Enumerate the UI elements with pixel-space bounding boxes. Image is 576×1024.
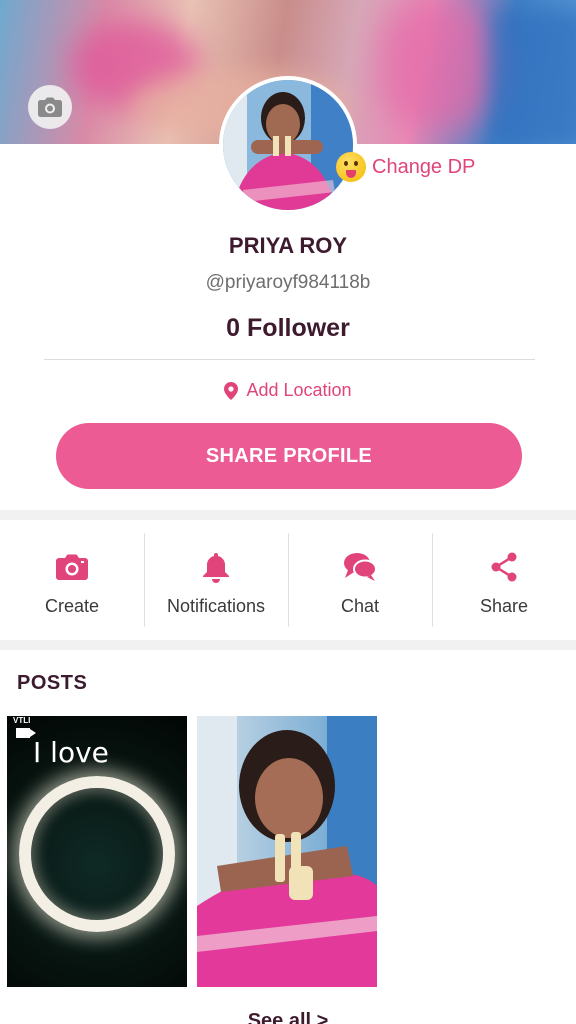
- posts-heading: POSTS: [17, 672, 88, 694]
- post-image: [197, 716, 377, 987]
- bell-icon: [203, 552, 229, 583]
- post-overlay-text: I love: [33, 736, 109, 769]
- action-label: Create: [44, 595, 100, 616]
- camera-icon: [38, 97, 62, 117]
- change-cover-button[interactable]: [28, 85, 72, 129]
- action-row: Create Notifications Chat Share: [0, 527, 576, 639]
- profile-name: PRIYA ROY: [228, 233, 348, 258]
- action-label: Share: [479, 595, 529, 616]
- chat-icon: [344, 552, 377, 581]
- share-icon: [491, 552, 517, 581]
- chat-button[interactable]: Chat: [288, 527, 432, 639]
- create-button[interactable]: Create: [0, 527, 144, 639]
- location-pin-icon: [224, 381, 239, 400]
- change-dp-label: Change DP: [372, 155, 476, 178]
- see-all-link[interactable]: See all >: [0, 1010, 576, 1024]
- add-location-button[interactable]: Add Location: [0, 380, 576, 401]
- notifications-button[interactable]: Notifications: [144, 527, 288, 639]
- section-gap: [0, 510, 576, 520]
- action-label: Chat: [340, 595, 380, 616]
- change-dp-button[interactable]: Change DP: [336, 152, 475, 182]
- profile-avatar[interactable]: [219, 76, 357, 214]
- video-camera-icon: [16, 728, 36, 738]
- profile-handle: @priyaroyf984118b: [205, 272, 371, 293]
- share-button[interactable]: Share: [432, 527, 576, 639]
- add-location-label: Add Location: [246, 380, 352, 400]
- tongue-emoji-icon: [336, 152, 366, 182]
- camera-icon: [56, 554, 88, 580]
- video-tag: VTLI: [13, 716, 31, 725]
- action-label: Notifications: [166, 595, 266, 616]
- divider: [44, 359, 535, 360]
- follower-count[interactable]: 0 Follower: [0, 314, 576, 343]
- post-thumbnail[interactable]: VTLI I love: [7, 716, 187, 987]
- avatar-image: [223, 80, 353, 210]
- share-profile-button[interactable]: SHARE PROFILE: [56, 423, 522, 489]
- section-gap: [0, 640, 576, 650]
- light-ring-graphic: [19, 776, 175, 932]
- post-thumbnail[interactable]: [197, 716, 377, 987]
